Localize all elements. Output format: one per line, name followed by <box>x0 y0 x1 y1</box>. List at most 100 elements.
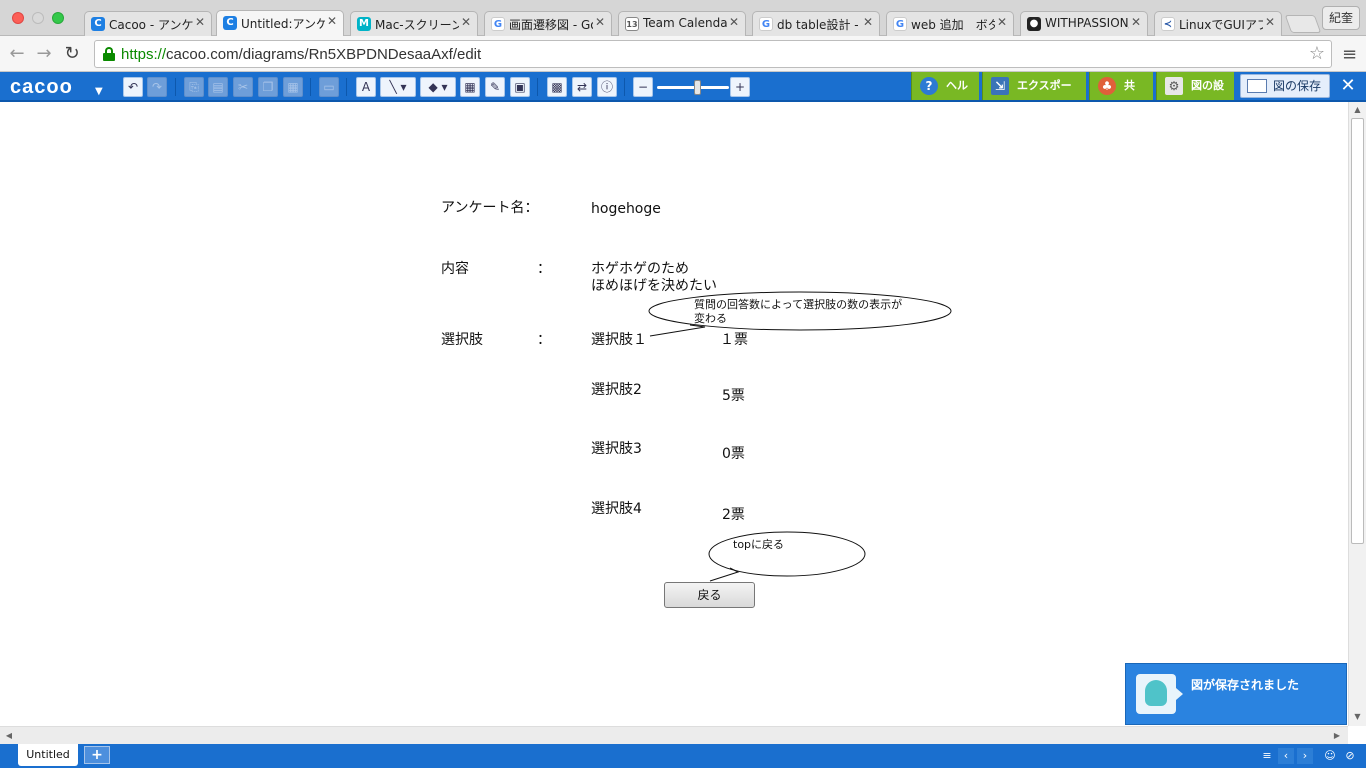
option-name[interactable]: 選択肢2 <box>591 382 642 399</box>
new-tab-button[interactable] <box>1284 15 1322 33</box>
options-colon: ： <box>537 332 551 348</box>
option-name[interactable]: 選択肢１ <box>591 332 647 349</box>
prev-sheet-icon[interactable]: ‹ <box>1278 748 1294 764</box>
paste-icon[interactable]: ▤ <box>208 77 228 97</box>
browser-tab[interactable]: ● WITHPASSION/… ✕ <box>1020 11 1148 36</box>
redo-icon[interactable]: ↷ <box>147 77 167 97</box>
minimize-window-button[interactable] <box>32 12 44 24</box>
address-bar: ← → ↻ https://cacoo.com/diagrams/Rn5XBPD… <box>0 36 1366 72</box>
close-tab-icon[interactable]: ✕ <box>461 15 471 29</box>
option-name[interactable]: 選択肢3 <box>591 441 642 458</box>
duplicate-icon[interactable]: ❐ <box>258 77 278 97</box>
save-diagram-button[interactable]: 図の保存 <box>1240 74 1330 98</box>
next-sheet-icon[interactable]: › <box>1297 748 1313 764</box>
settings-icon: ⚙ <box>1165 77 1183 95</box>
undo-icon[interactable]: ↶ <box>123 77 143 97</box>
scroll-up-icon[interactable]: ▲ <box>1351 103 1364 117</box>
diagram-canvas[interactable]: アンケート名： hogehoge 内容 ： ホゲホゲのため ほめほげを決めたい … <box>0 102 1348 726</box>
zoom-slider-thumb[interactable] <box>694 80 701 95</box>
url-input[interactable]: https://cacoo.com/diagrams/Rn5XBPDNDesaa… <box>94 40 1332 68</box>
zoom-in-icon[interactable]: + <box>730 77 750 97</box>
zoom-out-icon[interactable]: − <box>633 77 653 97</box>
clipboard-icon[interactable]: ▦ <box>283 77 303 97</box>
cacoo-mascot-avatar <box>1136 674 1176 714</box>
add-sheet-button[interactable]: + <box>84 746 110 764</box>
close-tab-icon[interactable]: ✕ <box>997 15 1007 29</box>
help-button[interactable]: ? ヘルプ <box>911 72 979 120</box>
sticky-note-icon[interactable]: ▭ <box>319 77 339 97</box>
vertical-scrollbar[interactable]: ▲ ▼ <box>1348 102 1366 726</box>
export-button[interactable]: ⇲ エクスポート <box>982 72 1086 120</box>
line-tool-icon[interactable]: ╲ ▾ <box>380 77 416 97</box>
reload-icon[interactable]: ↻ <box>61 43 83 65</box>
stencil-icon[interactable]: ▩ <box>547 77 567 97</box>
save-notification-toast: 図が保存されました <box>1125 663 1347 725</box>
shape-tool-icon[interactable]: ◆ ▾ <box>420 77 456 97</box>
arrange-icon[interactable]: ⇄ <box>572 77 592 97</box>
option-votes[interactable]: １票 <box>720 332 748 349</box>
close-tab-icon[interactable]: ✕ <box>1131 15 1141 29</box>
close-editor-icon[interactable]: ✕ <box>1336 74 1360 98</box>
logo-dropdown-icon[interactable]: ▼ <box>95 86 103 97</box>
bookmark-star-icon[interactable]: ☆ <box>1309 43 1325 64</box>
content-label[interactable]: 内容 <box>441 261 469 278</box>
close-tab-icon[interactable]: ✕ <box>1265 15 1275 29</box>
back-arrow-icon[interactable]: ← <box>6 43 28 65</box>
content-colon: ： <box>537 261 551 277</box>
survey-name-label[interactable]: アンケート名： <box>441 200 538 217</box>
copy-icon[interactable]: ⎘ <box>184 77 204 97</box>
back-button-mockup[interactable]: 戻る <box>664 582 755 608</box>
forward-arrow-icon[interactable]: → <box>33 43 55 65</box>
browser-tab-strip: C Cacoo - アンケ… ✕ C Untitled:アンケ… ✕ M Mac… <box>0 0 1366 36</box>
pencil-tool-icon[interactable]: ✎ <box>485 77 505 97</box>
browser-tab[interactable]: G 画面遷移図 - Goo… ✕ <box>484 11 612 36</box>
content-line-2[interactable]: ほめほげを決めたい <box>591 278 717 295</box>
option-votes[interactable]: 2票 <box>722 507 745 524</box>
browser-tab[interactable]: ≺ LinuxでGUIアプ… ✕ <box>1154 11 1282 36</box>
options-label[interactable]: 選択肢 <box>441 332 483 349</box>
scroll-down-icon[interactable]: ▼ <box>1351 710 1364 724</box>
close-tab-icon[interactable]: ✕ <box>863 15 873 29</box>
content-line-1[interactable]: ホゲホゲのため <box>591 261 689 278</box>
browser-tab[interactable]: 13 Team Calendar… ✕ <box>618 11 746 36</box>
diagram-settings-button[interactable]: ⚙ 図の設定 <box>1156 72 1234 120</box>
github-icon: ● <box>1027 17 1041 31</box>
callout-tail-back <box>709 567 740 582</box>
close-tab-icon[interactable]: ✕ <box>595 15 605 29</box>
notifications-off-icon[interactable]: ⊘ <box>1342 748 1358 764</box>
google-icon: G <box>759 17 773 31</box>
info-icon[interactable]: ⓘ <box>597 77 617 97</box>
browser-tab-active[interactable]: C Untitled:アンケ… ✕ <box>216 10 344 36</box>
cut-icon[interactable]: ✂ <box>233 77 253 97</box>
horizontal-scrollbar[interactable]: ◀ ▶ <box>0 726 1348 744</box>
share-button[interactable]: ♣ 共有 <box>1089 72 1153 120</box>
close-tab-icon[interactable]: ✕ <box>195 15 205 29</box>
survey-name-value[interactable]: hogehoge <box>591 201 661 218</box>
close-window-button[interactable] <box>12 12 24 24</box>
cacoo-logo[interactable]: cacoo <box>10 76 73 99</box>
scroll-left-icon[interactable]: ◀ <box>2 729 16 742</box>
option-name[interactable]: 選択肢4 <box>591 501 642 518</box>
maximize-window-button[interactable] <box>52 12 64 24</box>
image-tool-icon[interactable]: ▣ <box>510 77 530 97</box>
mac-icon: M <box>357 17 371 31</box>
option-votes[interactable]: 5票 <box>722 388 745 405</box>
browser-tab[interactable]: M Mac-スクリーン… ✕ <box>350 11 478 36</box>
close-tab-icon[interactable]: ✕ <box>327 14 337 28</box>
option-votes[interactable]: 0票 <box>722 446 745 463</box>
scroll-right-icon[interactable]: ▶ <box>1330 729 1344 742</box>
close-tab-icon[interactable]: ✕ <box>729 15 739 29</box>
profile-button[interactable]: 紀奎 <box>1322 6 1360 30</box>
browser-tab[interactable]: G db table設計 - G… ✕ <box>752 11 880 36</box>
sheet-tab[interactable]: Untitled <box>18 744 78 766</box>
cacoo-icon: C <box>91 17 105 31</box>
chat-users-icon[interactable]: ☺ <box>1322 748 1338 764</box>
browser-tab[interactable]: C Cacoo - アンケ… ✕ <box>84 11 212 36</box>
zoom-slider-track[interactable] <box>657 86 729 89</box>
vertical-scroll-thumb[interactable] <box>1351 118 1364 544</box>
browser-menu-icon[interactable]: ≡ <box>1342 44 1357 65</box>
browser-tab[interactable]: G web 追加 ボタ… ✕ <box>886 11 1014 36</box>
text-tool-icon[interactable]: A <box>356 77 376 97</box>
table-tool-icon[interactable]: ▦ <box>460 77 480 97</box>
sheet-list-icon[interactable]: ≡ <box>1259 748 1275 764</box>
